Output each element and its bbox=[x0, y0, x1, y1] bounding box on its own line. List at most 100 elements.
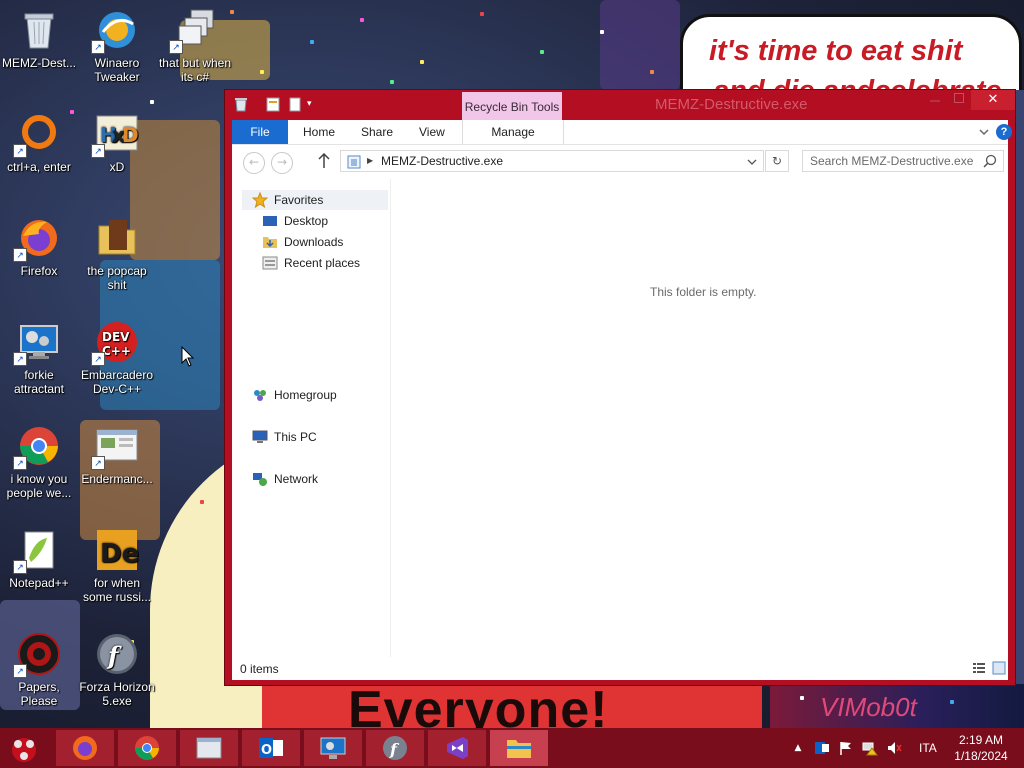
network-warning-icon[interactable] bbox=[862, 740, 878, 756]
nav-label: Favorites bbox=[274, 193, 324, 207]
chrome-icon: ↗ bbox=[13, 424, 61, 470]
confetti bbox=[800, 696, 804, 700]
mouse-cursor-icon bbox=[181, 345, 195, 371]
recycle-bin-tools-tab[interactable]: Recycle Bin Tools bbox=[462, 92, 562, 120]
svg-text:DEV: DEV bbox=[102, 330, 130, 344]
nav-label: Desktop bbox=[284, 214, 329, 228]
taskbar-outlook[interactable]: O bbox=[242, 730, 300, 766]
refresh-button[interactable]: ↻ bbox=[765, 150, 789, 172]
desktop-icon-winaero[interactable]: ↗ Winaero Tweaker bbox=[78, 8, 156, 84]
desktop-icon-firefox[interactable]: ↗ Firefox bbox=[0, 216, 78, 278]
desktop-icon-label: forkie attractant bbox=[13, 368, 65, 396]
desktop-icon bbox=[262, 213, 278, 229]
action-center-flag-icon[interactable] bbox=[838, 740, 854, 756]
address-dropdown-icon[interactable] bbox=[747, 156, 757, 170]
back-button[interactable]: ← bbox=[243, 152, 265, 174]
large-icons-view-icon[interactable] bbox=[992, 661, 1006, 675]
de-icon: De bbox=[95, 528, 139, 572]
outlook-tray-icon[interactable] bbox=[814, 740, 830, 756]
window-title-bar[interactable]: ▾ Recycle Bin Tools MEMZ-Destructive.exe… bbox=[225, 90, 1015, 120]
desktop-icon-label: Forza Horizon 5.exe bbox=[79, 680, 155, 708]
wallpaper-corner: VIMob0t bbox=[770, 684, 1024, 728]
papers-please-icon: ↗ bbox=[13, 632, 61, 678]
up-arrow-icon[interactable] bbox=[318, 152, 330, 172]
desktop-icon-memz[interactable]: MEMZ-Dest... bbox=[0, 8, 78, 70]
show-hidden-icons-icon[interactable]: ▲ bbox=[790, 740, 806, 756]
nav-favorites[interactable]: Favorites bbox=[242, 190, 388, 210]
new-folder-icon[interactable] bbox=[287, 96, 303, 112]
desktop-icon-notepadpp[interactable]: ↗ Notepad++ bbox=[0, 528, 78, 590]
desktop-icon-label: Notepad++ bbox=[9, 576, 69, 590]
desktop-icon-de[interactable]: De for when some russi... bbox=[78, 528, 156, 604]
volume-muted-icon[interactable] bbox=[886, 740, 902, 756]
taskbar-flash[interactable]: f bbox=[366, 730, 424, 766]
address-row: ← → ▶ MEMZ-Destructive.exe ↻ bbox=[232, 145, 1008, 179]
desktop-icon-popcap[interactable]: the popcap shit bbox=[78, 216, 156, 292]
wallpaper-sign: Everyone! bbox=[262, 681, 762, 728]
desktop-icon-endermanch[interactable]: ↗ Endermanc... bbox=[78, 424, 156, 486]
network-icon bbox=[252, 471, 268, 487]
forward-button[interactable]: → bbox=[271, 152, 293, 174]
tab-manage[interactable]: Manage bbox=[462, 120, 564, 144]
desktop-icon-papers-please[interactable]: ↗ Papers, Please bbox=[0, 632, 78, 708]
search-icon[interactable] bbox=[983, 154, 997, 171]
desktop-icon-label: Embarcadero Dev-C++ bbox=[80, 368, 154, 396]
winaero-icon: ↗ bbox=[91, 8, 139, 54]
desktop-icon-chrome[interactable]: ↗ i know you people we... bbox=[0, 424, 78, 500]
taskbar-chrome[interactable] bbox=[118, 730, 176, 766]
taskbar-window-manager[interactable] bbox=[180, 730, 238, 766]
system-clock[interactable]: 2:19 AM 1/18/2024 bbox=[948, 732, 1014, 764]
taskbar-file-explorer[interactable] bbox=[490, 730, 548, 766]
desktop-icon-xd[interactable]: HxD ↗ xD bbox=[78, 112, 156, 174]
desktop-icon-forza[interactable]: f Forza Horizon 5.exe bbox=[78, 632, 156, 708]
input-language-indicator[interactable]: ITA bbox=[919, 741, 937, 755]
customize-toolbar-icon[interactable]: ▾ bbox=[307, 96, 323, 112]
desktop-icon-that-but-when[interactable]: ↗ that but when its c# bbox=[156, 8, 234, 84]
stacked-windows-icon: ↗ bbox=[169, 8, 217, 54]
properties-icon[interactable] bbox=[265, 96, 281, 112]
recycle-bin-icon bbox=[17, 8, 61, 52]
tab-view[interactable]: View bbox=[419, 120, 445, 144]
confetti bbox=[950, 700, 954, 704]
desktop-icon-ctrl-a[interactable]: ↗ ctrl+a, enter bbox=[0, 112, 78, 174]
confetti bbox=[310, 40, 314, 44]
bubble-text-line1: it's time to eat shit bbox=[709, 35, 963, 67]
taskbar-firefox[interactable] bbox=[56, 730, 114, 766]
desktop-icon-devcpp[interactable]: DEV C++ ↗ Embarcadero Dev-C++ bbox=[78, 320, 156, 396]
address-bar[interactable]: ▶ MEMZ-Destructive.exe bbox=[340, 150, 764, 172]
flash-icon: f bbox=[381, 734, 409, 762]
taskbar-monitor-gear[interactable] bbox=[304, 730, 362, 766]
tab-share[interactable]: Share bbox=[361, 120, 393, 144]
shortcut-arrow-icon: ↗ bbox=[91, 144, 105, 158]
desktop-icon-forkie[interactable]: ↗ forkie attractant bbox=[0, 320, 78, 396]
file-explorer-window[interactable]: ▾ Recycle Bin Tools MEMZ-Destructive.exe… bbox=[224, 89, 1016, 686]
star-icon bbox=[251, 191, 269, 209]
minimize-button[interactable] bbox=[923, 90, 947, 110]
wallpaper-sign-text: Everyone! bbox=[348, 681, 609, 728]
search-box[interactable] bbox=[802, 150, 1004, 172]
details-view-icon[interactable] bbox=[972, 661, 986, 675]
nav-label: This PC bbox=[274, 430, 317, 444]
wallpaper-glow bbox=[600, 0, 680, 90]
shortcut-arrow-icon: ↗ bbox=[91, 456, 105, 470]
monitor-gear-icon bbox=[319, 734, 347, 762]
desktop-icon-label: Firefox bbox=[20, 264, 58, 278]
recent-places-icon bbox=[262, 255, 278, 271]
file-explorer-icon bbox=[505, 734, 533, 762]
expand-ribbon-chevron-icon[interactable] bbox=[978, 120, 990, 144]
help-icon[interactable]: ? bbox=[996, 124, 1012, 140]
maximize-button[interactable] bbox=[947, 90, 971, 110]
desktop-icon-label: Papers, Please bbox=[18, 680, 60, 708]
popcap-folder-icon bbox=[95, 216, 139, 260]
desktop-icon-label: ctrl+a, enter bbox=[7, 160, 71, 174]
explorer-content: Favorites Desktop Downloads Recent place… bbox=[232, 179, 1008, 680]
search-input[interactable] bbox=[803, 151, 986, 171]
svg-text:C++: C++ bbox=[102, 344, 131, 358]
status-bar: 0 items bbox=[232, 658, 1008, 680]
start-button[interactable] bbox=[6, 732, 42, 764]
taskbar-visual-studio[interactable] bbox=[428, 730, 486, 766]
breadcrumb-chevron-icon[interactable]: ▶ bbox=[367, 156, 373, 165]
tab-file[interactable]: File bbox=[232, 120, 288, 144]
close-button[interactable]: ✕ bbox=[971, 90, 1015, 110]
tab-home[interactable]: Home bbox=[303, 120, 335, 144]
